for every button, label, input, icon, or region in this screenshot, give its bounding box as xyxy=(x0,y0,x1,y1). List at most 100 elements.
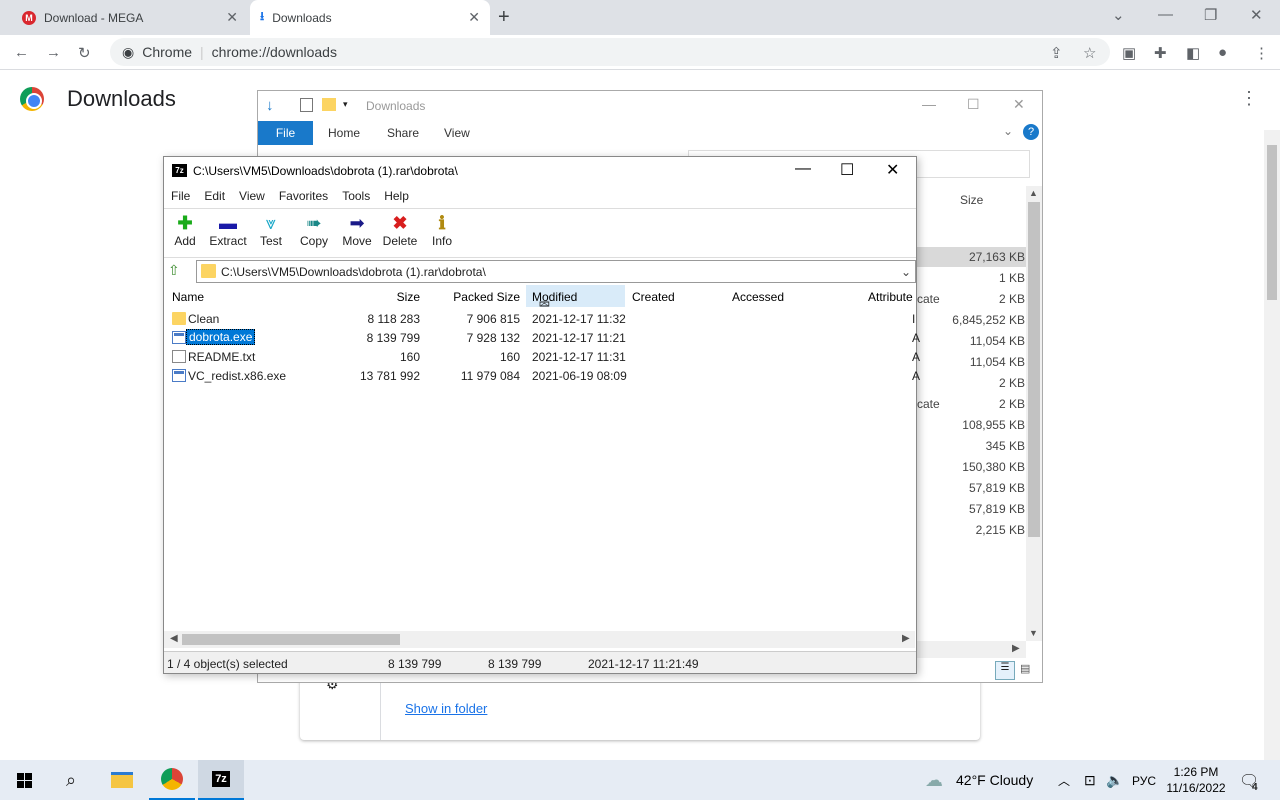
file-attr: I xyxy=(912,312,916,326)
start-button[interactable] xyxy=(0,760,48,800)
new-folder-icon[interactable] xyxy=(322,98,336,111)
omnibox-site: Chrome xyxy=(142,44,193,60)
exe-icon xyxy=(172,369,186,382)
size-column-header[interactable]: Size xyxy=(960,193,983,207)
weather-text[interactable]: 42°F Cloudy xyxy=(956,772,1033,788)
bookmark-star-icon[interactable]: ☆ xyxy=(1083,44,1096,62)
ribbon-tab-view[interactable]: View xyxy=(444,126,470,140)
address-dropdown-icon[interactable]: ⌄ xyxy=(901,265,911,279)
col-packed-size[interactable]: Packed Size xyxy=(425,290,520,304)
volume-icon[interactable]: 🔈 xyxy=(1106,772,1123,789)
page-scrollbar[interactable] xyxy=(1264,130,1280,760)
help-icon[interactable]: ? xyxy=(1023,124,1039,140)
close-window-icon[interactable]: ✕ xyxy=(1250,6,1263,24)
explorer-hscrollbar[interactable] xyxy=(915,641,1026,658)
tab-mega[interactable]: M Download - MEGA ✕ xyxy=(12,0,248,35)
chrome-icon xyxy=(161,768,183,790)
tool-label: Add xyxy=(174,234,196,248)
menu-view[interactable]: View xyxy=(232,189,272,203)
side-panel-icon[interactable]: ◧ xyxy=(1186,44,1200,62)
7zip-taskbar-button[interactable]: 7z xyxy=(198,760,244,800)
chrome-menu-icon[interactable]: ⋮ xyxy=(1254,44,1269,62)
large-icons-view-icon[interactable]: ▤ xyxy=(1020,662,1030,675)
forward-icon[interactable]: → xyxy=(46,44,61,61)
close-icon[interactable]: ✕ xyxy=(886,160,899,180)
menu-edit[interactable]: Edit xyxy=(197,189,232,203)
file-packed: 160 xyxy=(499,350,520,364)
share-icon[interactable]: ⇪ xyxy=(1050,44,1063,62)
ribbon-tab-share[interactable]: Share xyxy=(387,126,419,140)
test-button[interactable]: ⩔ Test xyxy=(249,212,293,248)
delete-button[interactable]: ✖ Delete xyxy=(378,212,422,248)
address-text: C:\Users\VM5\Downloads\dobrota (1).rar\d… xyxy=(221,264,486,279)
close-icon[interactable]: ✕ xyxy=(1013,96,1025,113)
maximize-icon[interactable]: ☐ xyxy=(840,160,854,180)
ribbon-expand-icon[interactable]: ⌄ xyxy=(1003,124,1013,138)
search-button[interactable]: ⌕ xyxy=(48,760,94,800)
info-button[interactable]: ℹ Info xyxy=(420,212,464,248)
scroll-left-icon[interactable]: ◀ xyxy=(170,633,178,644)
copy-button[interactable]: ➠ Copy xyxy=(292,212,336,248)
menu-tools[interactable]: Tools xyxy=(335,189,377,203)
table-row[interactable]: dobrota.exe 8 139 799 7 928 132 2021-12-… xyxy=(168,328,920,347)
language-indicator[interactable]: РУС xyxy=(1132,774,1156,788)
explorer-vscrollbar[interactable] xyxy=(1026,186,1042,641)
up-folder-icon[interactable]: ⇧ xyxy=(168,262,188,280)
7zip-address-bar[interactable]: C:\Users\VM5\Downloads\dobrota (1).rar\d… xyxy=(196,260,916,283)
tab-search-icon[interactable]: ⌄ xyxy=(1112,6,1125,24)
minimize-icon[interactable]: — xyxy=(1158,6,1173,23)
col-created[interactable]: Created xyxy=(632,290,675,304)
tray-overflow-icon[interactable]: ︿ xyxy=(1058,772,1070,789)
minimize-icon[interactable]: — xyxy=(795,160,811,178)
minimize-icon[interactable]: — xyxy=(922,96,936,112)
back-icon[interactable]: ← xyxy=(14,44,29,61)
extensions-puzzle-icon[interactable]: ✚ xyxy=(1154,44,1167,62)
tool-label: Copy xyxy=(299,234,328,248)
move-button[interactable]: ➡ Move xyxy=(335,212,379,248)
tool-label: Info xyxy=(431,234,452,248)
col-size[interactable]: Size xyxy=(325,290,420,304)
extension-app-icon[interactable]: ▣ xyxy=(1122,44,1136,62)
table-row[interactable]: README.txt 160 160 2021-12-17 11:31 A xyxy=(168,347,920,366)
ribbon-tab-home[interactable]: Home xyxy=(328,126,360,140)
omnibox[interactable]: ◉ Chrome | chrome://downloads xyxy=(110,38,1110,66)
extract-button[interactable]: ▬ Extract xyxy=(206,212,250,248)
test-icon: ⩔ xyxy=(265,213,277,233)
file-name: VC_redist.x86.exe xyxy=(188,369,287,383)
qat-dropdown-icon[interactable]: ▾ xyxy=(343,99,348,110)
col-attributes[interactable]: Attribute xyxy=(868,290,913,304)
tab-downloads[interactable]: ⭳ Downloads ✕ xyxy=(250,0,490,35)
close-icon[interactable]: ✕ xyxy=(226,9,238,26)
maximize-icon[interactable]: ☐ xyxy=(967,96,980,113)
properties-icon[interactable] xyxy=(300,98,313,112)
new-tab-button[interactable]: + xyxy=(498,6,510,29)
reload-icon[interactable]: ↻ xyxy=(78,44,91,62)
file-size: 13 781 992 xyxy=(359,369,420,383)
details-view-icon[interactable]: ☰ xyxy=(995,661,1015,680)
scroll-right-icon[interactable]: ▶ xyxy=(902,633,910,644)
scroll-down-icon[interactable]: ▼ xyxy=(1029,628,1038,638)
col-name[interactable]: Name xyxy=(172,290,204,304)
clock[interactable]: 1:26 PM 11/16/2022 xyxy=(1160,764,1232,796)
type-fragment: cate xyxy=(917,292,940,306)
add-button[interactable]: ✚ Add xyxy=(163,212,207,248)
network-icon[interactable]: ⊡ xyxy=(1084,772,1096,789)
profile-avatar-icon[interactable]: ● xyxy=(1218,44,1227,61)
restore-icon[interactable]: ❐ xyxy=(1204,6,1217,24)
scroll-right-icon[interactable]: ▶ xyxy=(1012,643,1020,654)
ribbon-tab-file[interactable]: File xyxy=(258,121,313,145)
close-icon[interactable]: ✕ xyxy=(468,9,480,26)
show-in-folder-link[interactable]: Show in folder xyxy=(405,701,487,716)
menu-file[interactable]: File xyxy=(164,189,197,203)
table-row[interactable]: VC_redist.x86.exe 13 781 992 11 979 084 … xyxy=(168,366,920,385)
quick-access-down-icon[interactable]: ↓ xyxy=(266,97,274,114)
windows-logo-icon xyxy=(16,772,32,788)
chrome-taskbar-button[interactable] xyxy=(149,760,195,800)
menu-help[interactable]: Help xyxy=(377,189,416,203)
page-menu-icon[interactable]: ⋮ xyxy=(1240,88,1258,109)
7zip-hscrollbar[interactable] xyxy=(164,631,915,648)
file-explorer-taskbar-button[interactable] xyxy=(99,760,145,800)
col-accessed[interactable]: Accessed xyxy=(732,290,784,304)
menu-favorites[interactable]: Favorites xyxy=(272,189,335,203)
scroll-up-icon[interactable]: ▲ xyxy=(1029,188,1038,198)
